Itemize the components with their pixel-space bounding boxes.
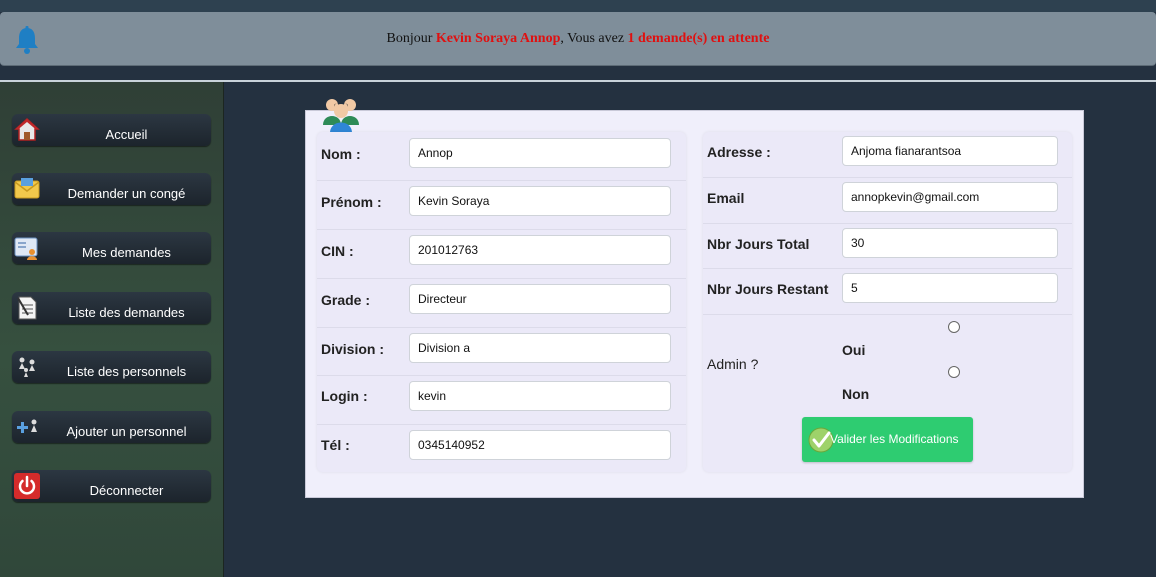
admin-label: Admin ?	[707, 356, 759, 372]
login-label: Login :	[321, 388, 368, 404]
users-group-icon	[323, 99, 359, 133]
sidebar-item-label: Liste des personnels	[66, 364, 187, 379]
sidebar-item-liste-demandes[interactable]: Liste des demandes	[12, 292, 211, 324]
sidebar-item-label: Liste des demandes	[68, 305, 185, 320]
jours-restant-input[interactable]: 5	[842, 273, 1058, 303]
sidebar-item-accueil[interactable]: Accueil	[12, 114, 211, 146]
user-card-icon	[14, 237, 38, 260]
adresse-label: Adresse :	[707, 144, 771, 160]
email-input[interactable]: annopkevin@gmail.com	[842, 182, 1058, 212]
document-icon	[17, 296, 37, 320]
adresse-input[interactable]: Anjoma fianarantsoa	[842, 136, 1058, 166]
admin-no-radio[interactable]	[948, 366, 960, 378]
division-input[interactable]: Division a	[409, 333, 671, 363]
cin-input[interactable]: 201012763	[409, 235, 671, 265]
sidebar-item-label: Mes demandes	[82, 245, 171, 260]
field-row-grade: Grade : Directeur	[317, 279, 686, 328]
field-row-division: Division : Division a	[317, 328, 686, 376]
field-row-cin: CIN : 201012763	[317, 230, 686, 279]
greeting-text: Bonjour	[386, 31, 436, 46]
middle-text: , Vous avez	[560, 31, 628, 46]
sidebar-item-liste-personnels[interactable]: Liste des personnels	[12, 351, 211, 383]
power-icon	[14, 473, 40, 499]
prenom-label: Prénom :	[321, 194, 382, 210]
admin-yes-radio[interactable]	[948, 321, 960, 333]
user-name: Kevin Soraya Annop	[435, 31, 561, 46]
sidebar-item-label: Demander un congé	[67, 186, 186, 201]
division-label: Division :	[321, 341, 385, 357]
sidebar-item-deconnecter[interactable]: Déconnecter	[12, 470, 211, 502]
email-label: Email	[707, 190, 745, 206]
identity-card: Nom : Annop Prénom : Kevin Soraya CIN : …	[317, 132, 686, 472]
people-icon	[19, 357, 35, 377]
field-row-email: Email annopkevin@gmail.com	[703, 178, 1072, 224]
cin-label: CIN :	[321, 243, 354, 259]
jours-restant-label: Nbr Jours Restant	[707, 281, 829, 297]
grade-input[interactable]: Directeur	[409, 284, 671, 314]
tel-label: Tél :	[321, 437, 350, 453]
field-row-jours-restant: Nbr Jours Restant 5	[703, 269, 1072, 315]
add-user-icon	[17, 419, 37, 433]
sidebar-item-ajouter-personnel[interactable]: Ajouter un personnel	[12, 411, 211, 443]
mail-icon	[14, 178, 40, 199]
jours-total-label: Nbr Jours Total	[707, 236, 810, 252]
field-row-nom: Nom : Annop	[317, 132, 686, 181]
field-row-jours-total: Nbr Jours Total 30	[703, 224, 1072, 269]
field-row-tel: Tél : 0345140952	[317, 425, 686, 472]
tel-input[interactable]: 0345140952	[409, 430, 671, 460]
sidebar-item-demander-conge[interactable]: Demander un congé	[12, 173, 211, 205]
sidebar-item-label: Accueil	[105, 127, 148, 142]
field-row-admin: Admin ? Oui Non	[703, 315, 1072, 412]
grade-label: Grade :	[321, 292, 371, 308]
notification-bar: Bonjour Kevin Soraya Annop, Vous avez 1 …	[0, 12, 1156, 66]
sidebar-item-mes-demandes[interactable]: Mes demandes	[12, 232, 211, 264]
field-row-adresse: Adresse : Anjoma fianarantsoa	[703, 132, 1072, 178]
nom-input[interactable]: Annop	[409, 138, 671, 168]
login-input[interactable]: kevin	[409, 381, 671, 411]
field-row-login: Login : kevin	[317, 376, 686, 425]
nom-label: Nom :	[321, 146, 361, 162]
jours-total-input[interactable]: 30	[842, 228, 1058, 258]
notification-message: Bonjour Kevin Soraya Annop, Vous avez 1 …	[0, 31, 1156, 47]
home-icon	[14, 117, 40, 141]
submit-button[interactable]: Valider les Modifications	[802, 417, 973, 462]
submit-label: Valider les Modifications	[830, 432, 959, 446]
sidebar-item-label: Ajouter un personnel	[66, 424, 187, 439]
top-strip	[0, 0, 1156, 12]
pending-count[interactable]: 1 demande(s) en attente	[628, 31, 770, 46]
admin-yes-label: Oui	[842, 342, 866, 358]
sidebar-item-label: Déconnecter	[89, 483, 164, 498]
admin-no-label: Non	[842, 386, 870, 402]
prenom-input[interactable]: Kevin Soraya	[409, 186, 671, 216]
field-row-prenom: Prénom : Kevin Soraya	[317, 181, 686, 230]
sidebar: Accueil Demander un congé Mes demandes L…	[0, 82, 224, 577]
